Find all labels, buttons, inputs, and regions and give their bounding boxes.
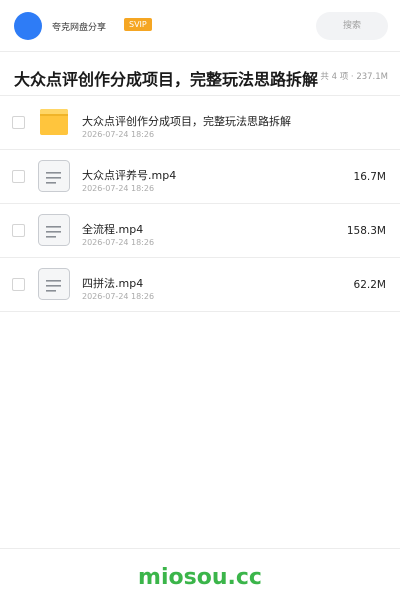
file-size: 158.3M bbox=[346, 225, 386, 237]
row-checkbox[interactable] bbox=[12, 278, 25, 291]
item-summary: 共 4 项 · 237.1M bbox=[320, 72, 388, 82]
file-name[interactable]: 四拼法.mp4 bbox=[82, 275, 143, 291]
file-date: 2026-07-24 18:26 bbox=[82, 238, 155, 247]
file-size: 62.2M bbox=[353, 279, 386, 291]
file-row-folder[interactable]: 大众点评创作分成项目，完整玩法思路拆解 2026-07-24 18:26 bbox=[0, 96, 400, 150]
video-file-icon bbox=[38, 214, 70, 246]
row-checkbox[interactable] bbox=[12, 116, 25, 129]
file-row-video[interactable]: 全流程.mp4 2026-07-24 18:26 158.3M bbox=[0, 204, 400, 258]
file-name[interactable]: 大众点评创作分成项目，完整玩法思路拆解 bbox=[82, 113, 291, 129]
search-input[interactable] bbox=[316, 12, 388, 40]
row-checkbox[interactable] bbox=[12, 170, 25, 183]
file-name[interactable]: 全流程.mp4 bbox=[82, 221, 143, 237]
row-checkbox[interactable] bbox=[12, 224, 25, 237]
svip-badge: SVIP bbox=[124, 18, 152, 31]
video-file-icon bbox=[38, 268, 70, 300]
watermark-text: miosou.cc bbox=[138, 565, 262, 590]
avatar[interactable] bbox=[14, 12, 42, 40]
file-date: 2026-07-24 18:26 bbox=[82, 184, 155, 193]
file-name[interactable]: 大众点评养号.mp4 bbox=[82, 167, 176, 183]
header-bar: 夸克网盘分享 SVIP bbox=[0, 0, 400, 52]
video-file-icon bbox=[38, 160, 70, 192]
folder-icon bbox=[38, 106, 70, 138]
footer: miosou.cc bbox=[0, 548, 400, 600]
file-row-video[interactable]: 四拼法.mp4 2026-07-24 18:26 62.2M bbox=[0, 258, 400, 312]
file-date: 2026-07-24 18:26 bbox=[82, 130, 155, 139]
file-size: 16.7M bbox=[353, 171, 386, 183]
file-row-video[interactable]: 大众点评养号.mp4 2026-07-24 18:26 16.7M bbox=[0, 150, 400, 204]
page-title: 大众点评创作分成项目，完整玩法思路拆解 bbox=[14, 70, 319, 89]
share-name: 夸克网盘分享 bbox=[52, 23, 107, 33]
file-date: 2026-07-24 18:26 bbox=[82, 292, 155, 301]
folder-title-bar: 大众点评创作分成项目，完整玩法思路拆解 共 4 项 · 237.1M bbox=[0, 52, 400, 96]
